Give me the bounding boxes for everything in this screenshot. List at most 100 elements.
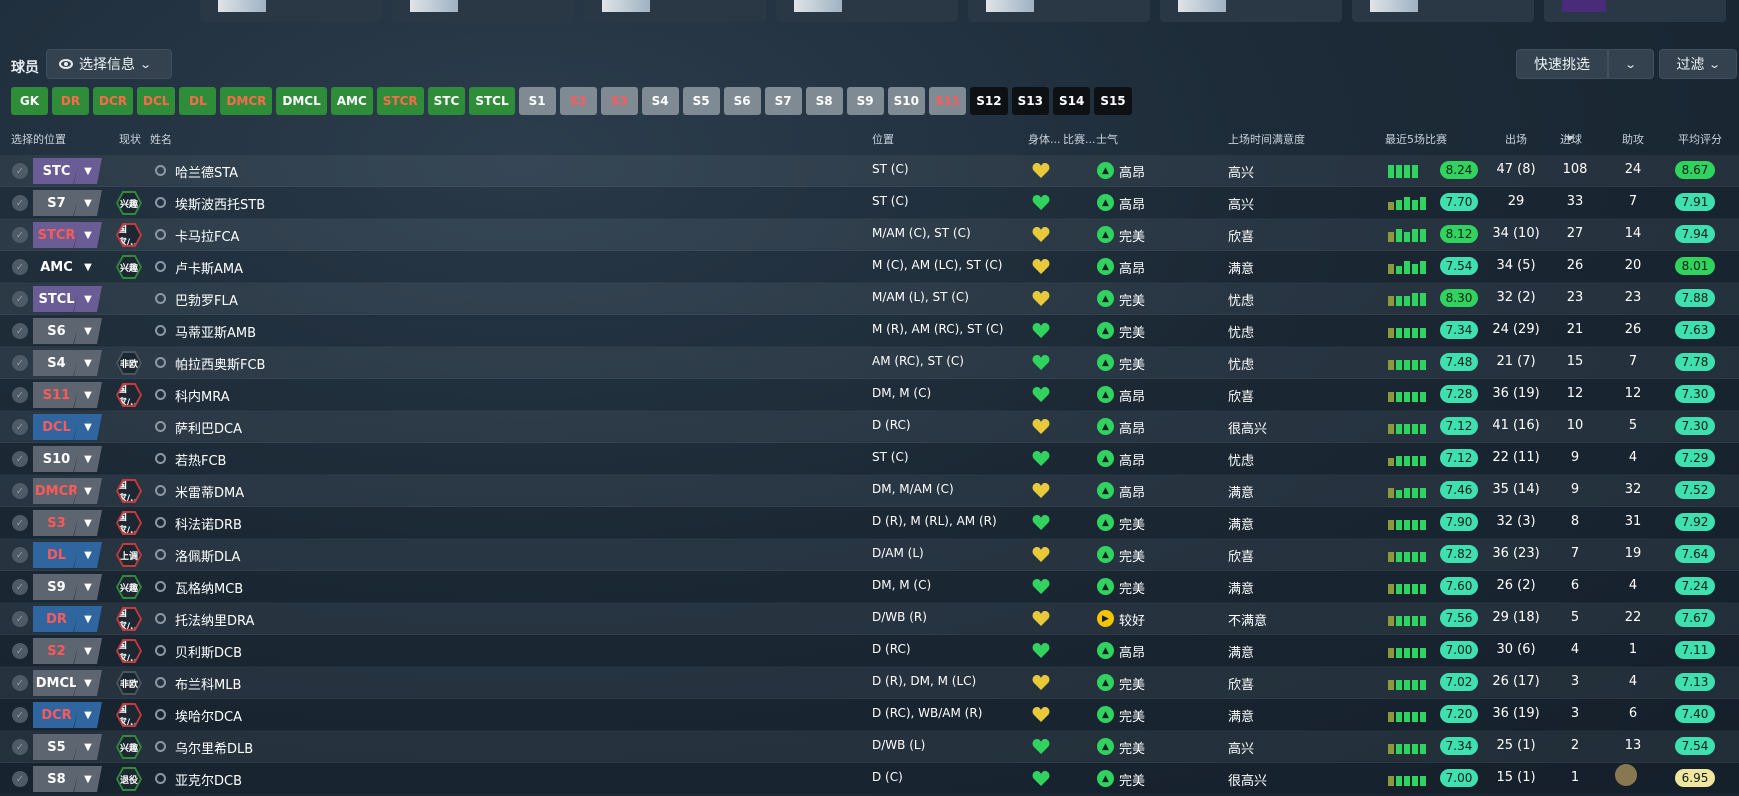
col-status[interactable]: 现状 — [119, 131, 141, 147]
position-chip[interactable]: DL — [179, 87, 217, 115]
status-badge[interactable]: 退役 — [116, 767, 142, 791]
row-select-checkbox[interactable] — [12, 227, 28, 243]
position-chip[interactable]: GK — [11, 87, 48, 115]
selected-position-dropdown[interactable]: STCL ▼ — [33, 286, 105, 312]
table-row[interactable]: S8▼退役亚克尔DCBD (C)▲完美很高兴7.0015 (1)16.95 — [0, 763, 1739, 795]
selected-position-dropdown[interactable]: STCR ▼ — [33, 222, 105, 248]
position-chip[interactable]: S11 — [928, 87, 967, 115]
col-match[interactable]: 比赛... — [1063, 131, 1096, 147]
player-name[interactable]: 帕拉西奥斯FCB — [175, 354, 265, 373]
selected-position-dropdown[interactable]: DMCL ▼ — [33, 670, 105, 696]
status-badge[interactable]: 兴趣 — [116, 735, 142, 759]
status-badge[interactable]: 国家/... — [116, 511, 142, 535]
row-select-checkbox[interactable] — [12, 291, 28, 307]
status-badge[interactable]: 国家/... — [116, 607, 142, 631]
table-row[interactable]: STCR▼ 国家/... 卡马拉FCA M/AM (C), ST (C) ▲ 完美 欣喜 8.… — [0, 219, 1739, 251]
news-card[interactable] — [1352, 0, 1534, 22]
position-chip[interactable]: S6 — [723, 87, 761, 115]
player-name[interactable]: 若热FCB — [175, 450, 226, 469]
status-badge[interactable]: 国家/... — [116, 383, 142, 407]
row-select-checkbox[interactable] — [12, 675, 28, 691]
position-chip[interactable]: DR — [52, 87, 89, 115]
row-select-checkbox[interactable] — [12, 707, 28, 723]
position-chip[interactable]: S10 — [887, 87, 925, 115]
row-select-checkbox[interactable] — [12, 419, 28, 435]
col-morale[interactable]: 士气 — [1096, 131, 1118, 147]
table-row[interactable]: STCL▼ 巴勃罗FLA M/AM (L), ST (C) ▲ 完美 忧虑 8.30 32 (… — [0, 283, 1739, 315]
table-row[interactable]: S4▼ 非欧 帕拉西奥斯FCB AM (RC), ST (C) ▲ 完美 忧虑 7.48 21 … — [0, 347, 1739, 379]
position-chip[interactable]: STCL — [469, 87, 515, 115]
status-badge[interactable]: 兴趣 — [116, 191, 142, 215]
col-goals[interactable]: 进球 — [1560, 131, 1582, 146]
row-select-checkbox[interactable] — [12, 195, 28, 211]
row-select-checkbox[interactable] — [12, 515, 28, 531]
position-chip[interactable]: DCR — [93, 87, 134, 115]
table-row[interactable]: S9▼ 兴趣 瓦格纳MCB DM, M (C) ▲ 完美 满意 7.60 26 (2) 6 4 7.2… — [0, 571, 1739, 603]
selected-position-dropdown[interactable]: S4 ▼ — [33, 350, 105, 376]
player-name[interactable]: 贝利斯DCB — [175, 642, 242, 661]
news-card[interactable] — [584, 0, 766, 22]
status-badge[interactable]: 国家/... — [116, 479, 142, 503]
player-name[interactable]: 亚克尔DCB — [175, 770, 242, 789]
row-select-checkbox[interactable] — [12, 579, 28, 595]
player-name[interactable]: 卢卡斯AMA — [175, 258, 243, 277]
selected-position-dropdown[interactable]: DL ▼ — [33, 542, 105, 568]
status-badge[interactable]: 国家/... — [116, 703, 142, 727]
table-row[interactable]: AMC▼ 兴趣 卢卡斯AMA M (C), AM (LC), ST (C) ▲ 高昂 满意 7… — [0, 251, 1739, 283]
table-row[interactable]: DCR▼ 国家/... 埃哈尔DCA D (RC), WB/AM (R) ▲ 完美 满意 7.… — [0, 699, 1739, 731]
status-badge[interactable]: 国家/... — [116, 639, 142, 663]
player-name[interactable]: 埃哈尔DCA — [175, 706, 242, 725]
status-badge[interactable]: 兴趣 — [116, 575, 142, 599]
player-name[interactable]: 乌尔里希DLB — [175, 738, 253, 757]
table-row[interactable]: STC▼ 哈兰德STA ST (C) ▲ 高昂 高兴 8.24 47 (8) 108 24 8.67 — [0, 155, 1739, 187]
status-badge[interactable]: 兴趣 — [116, 255, 142, 279]
player-name[interactable]: 洛佩斯DLA — [175, 546, 240, 565]
table-row[interactable]: S11▼ 国家/... 科内MRA DM, M (C) ▲ 高昂 欣喜 7.28 36 (19)… — [0, 379, 1739, 411]
table-row[interactable]: S3▼ 国家/... 科法诺DRB D (R), M (RL), AM (R) ▲ 完美 满… — [0, 507, 1739, 539]
row-select-checkbox[interactable] — [12, 739, 28, 755]
row-select-checkbox[interactable] — [12, 259, 28, 275]
position-chip[interactable]: S12 — [970, 87, 1008, 115]
row-select-checkbox[interactable] — [12, 451, 28, 467]
col-position[interactable]: 位置 — [872, 131, 894, 147]
selected-position-dropdown[interactable]: S2 ▼ — [33, 638, 105, 664]
news-card[interactable] — [776, 0, 958, 22]
col-apps[interactable]: 出场 — [1505, 131, 1527, 147]
table-row[interactable]: S7▼ 兴趣 埃斯波西托STB ST (C) ▲ 高昂 高兴 7.70 29 33 7 7.91 — [0, 187, 1739, 219]
selected-position-dropdown[interactable]: S10 ▼ — [33, 446, 105, 472]
table-row[interactable]: DCL▼ 萨利巴DCA D (RC) ▲ 高昂 很高兴 7.12 41 (16) 10 5 7.30 — [0, 411, 1739, 443]
status-badge[interactable]: 非欧 — [116, 671, 142, 695]
table-row[interactable]: DR▼ 国家/... 托法纳里DRA D/WB (R) ▶ 较好 不满意 7.56 29 (18… — [0, 603, 1739, 635]
col-playing-time[interactable]: 上场时间满意度 — [1228, 131, 1305, 147]
quick-pick-dropdown[interactable]: ⌄ — [1608, 49, 1654, 79]
selected-position-dropdown[interactable]: S5 ▼ — [33, 734, 105, 760]
table-row[interactable]: DL▼ 上调 洛佩斯DLA D/AM (L) ▲ 完美 欣喜 7.82 36 (23) 7 19 7.… — [0, 539, 1739, 571]
col-last5[interactable]: 最近5场比赛 — [1385, 131, 1447, 147]
selected-position-dropdown[interactable]: S11 ▼ — [33, 382, 105, 408]
status-badge[interactable]: 国家/... — [116, 223, 142, 247]
news-card[interactable] — [1160, 0, 1342, 22]
col-condition[interactable]: 身体... — [1028, 131, 1061, 147]
news-card[interactable] — [392, 0, 574, 22]
selected-position-dropdown[interactable]: DCR ▼ — [33, 702, 105, 728]
position-chip[interactable]: AMC — [330, 87, 373, 115]
position-chip[interactable]: S1 — [518, 87, 556, 115]
status-badge[interactable]: 上调 — [116, 543, 142, 567]
player-name[interactable]: 哈兰德STA — [175, 162, 238, 181]
table-row[interactable]: S6▼ 马蒂亚斯AMB M (R), AM (RC), ST (C) ▲ 完美 忧虑 7.3… — [0, 315, 1739, 347]
select-info-button[interactable]: 选择信息 ⌄ — [46, 49, 172, 79]
position-chip[interactable]: STCR — [376, 87, 424, 115]
row-select-checkbox[interactable] — [12, 483, 28, 499]
table-row[interactable]: DMCR▼ 国家/... 米雷蒂DMA DM, M/AM (C) ▲ 高昂 满意 7.46 35… — [0, 475, 1739, 507]
news-card[interactable] — [1544, 0, 1726, 22]
selected-position-dropdown[interactable]: STC ▼ — [33, 158, 105, 184]
position-chip[interactable]: S8 — [805, 87, 843, 115]
status-badge[interactable]: 非欧 — [116, 351, 142, 375]
filter-button[interactable]: 过滤 ⌄ — [1659, 49, 1737, 79]
selected-position-dropdown[interactable]: DCL ▼ — [33, 414, 105, 440]
news-card[interactable] — [200, 0, 382, 22]
position-chip[interactable]: DCL — [137, 87, 176, 115]
player-name[interactable]: 马蒂亚斯AMB — [175, 322, 256, 341]
selected-position-dropdown[interactable]: S9 ▼ — [33, 574, 105, 600]
col-name[interactable]: 姓名 — [150, 131, 172, 147]
